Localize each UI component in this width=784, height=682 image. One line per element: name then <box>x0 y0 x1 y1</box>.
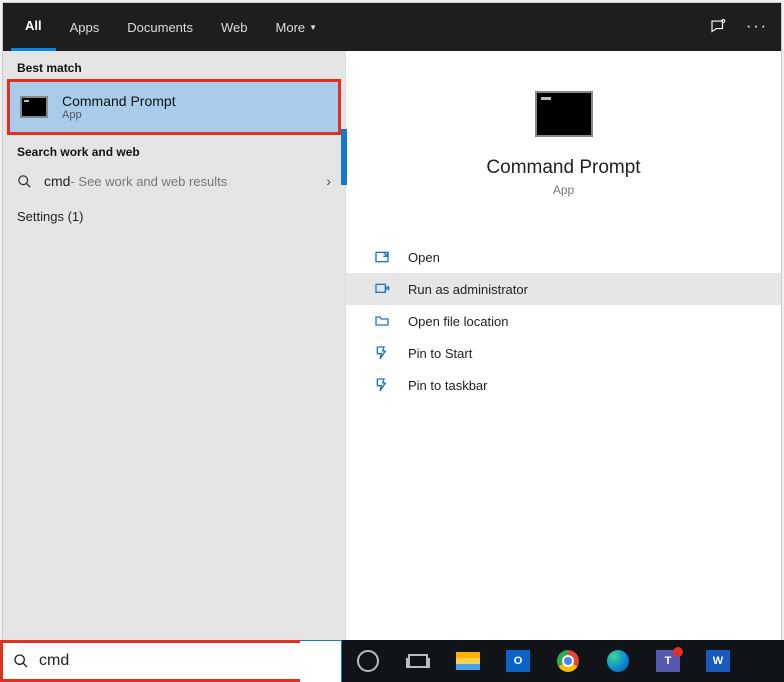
outlook-icon: O <box>506 650 530 672</box>
preview-title: Command Prompt <box>486 157 640 179</box>
folder-icon <box>374 313 392 329</box>
taskbar: O T W <box>342 640 784 682</box>
search-icon <box>17 174 32 189</box>
preview-actions: Open Run as administrator Open file loca… <box>346 241 781 401</box>
search-web-item[interactable]: cmd - See work and web results › <box>3 163 345 199</box>
action-pin-taskbar-label: Pin to taskbar <box>408 378 488 393</box>
action-open-location-label: Open file location <box>408 314 508 329</box>
best-match-item[interactable]: Command Prompt App <box>7 79 341 135</box>
preview-subtitle: App <box>553 183 574 197</box>
pin-icon <box>374 345 392 361</box>
word-icon: W <box>706 650 730 672</box>
taskbar-task-view[interactable] <box>396 640 440 682</box>
tab-more[interactable]: More▼ <box>262 3 332 51</box>
search-box-gap <box>300 640 342 682</box>
taskbar-cortana[interactable] <box>346 640 390 682</box>
action-pin-start-label: Pin to Start <box>408 346 472 361</box>
search-web-suffix: - See work and web results <box>70 174 227 189</box>
pin-icon <box>374 377 392 393</box>
action-open[interactable]: Open <box>346 241 781 273</box>
command-prompt-icon <box>20 96 48 118</box>
results-pane: Best match Command Prompt App Search wor… <box>3 51 345 675</box>
more-options-icon[interactable]: ··· <box>741 18 773 36</box>
taskbar-outlook[interactable]: O <box>496 640 540 682</box>
taskbar-teams[interactable]: T <box>646 640 690 682</box>
chevron-down-icon: ▼ <box>309 23 317 32</box>
search-tabs: All Apps Documents Web More▼ ··· <box>3 3 781 51</box>
cortana-icon <box>357 650 379 672</box>
preview-pane: Command Prompt App Open Run as administr… <box>345 51 781 675</box>
selection-indicator <box>341 129 347 185</box>
action-pin-start[interactable]: Pin to Start <box>346 337 781 369</box>
action-run-as-admin-label: Run as administrator <box>408 282 528 297</box>
taskbar-word[interactable]: W <box>696 640 740 682</box>
feedback-icon[interactable] <box>709 18 741 36</box>
start-search-window: All Apps Documents Web More▼ ··· Best ma… <box>2 2 782 676</box>
search-input-value: cmd <box>39 652 69 670</box>
file-explorer-icon <box>456 652 480 670</box>
search-body: Best match Command Prompt App Search wor… <box>3 51 781 675</box>
tab-web[interactable]: Web <box>207 3 262 51</box>
edge-icon <box>607 650 629 672</box>
action-open-label: Open <box>408 250 440 265</box>
search-web-heading: Search work and web <box>3 135 345 163</box>
task-view-icon <box>408 654 428 668</box>
settings-category[interactable]: Settings (1) <box>3 199 345 234</box>
chevron-right-icon: › <box>326 173 331 189</box>
action-open-location[interactable]: Open file location <box>346 305 781 337</box>
teams-icon: T <box>656 650 680 672</box>
open-icon <box>374 249 392 265</box>
notification-badge-icon <box>673 647 683 657</box>
action-pin-taskbar[interactable]: Pin to taskbar <box>346 369 781 401</box>
taskbar-chrome[interactable] <box>546 640 590 682</box>
taskbar-file-explorer[interactable] <box>446 640 490 682</box>
tab-documents[interactable]: Documents <box>113 3 207 51</box>
action-run-as-admin[interactable]: Run as administrator <box>346 273 781 305</box>
search-web-query: cmd <box>44 173 70 189</box>
tab-all[interactable]: All <box>11 3 56 51</box>
best-match-title: Command Prompt <box>62 93 176 109</box>
search-input[interactable]: cmd <box>0 640 300 682</box>
chrome-icon <box>557 650 579 672</box>
admin-shield-icon <box>374 281 392 297</box>
search-icon <box>13 653 29 669</box>
command-prompt-icon-large <box>535 91 593 137</box>
best-match-subtitle: App <box>62 109 176 121</box>
taskbar-edge[interactable] <box>596 640 640 682</box>
search-box-area: cmd <box>0 640 342 682</box>
best-match-heading: Best match <box>3 51 345 79</box>
tab-apps[interactable]: Apps <box>56 3 114 51</box>
